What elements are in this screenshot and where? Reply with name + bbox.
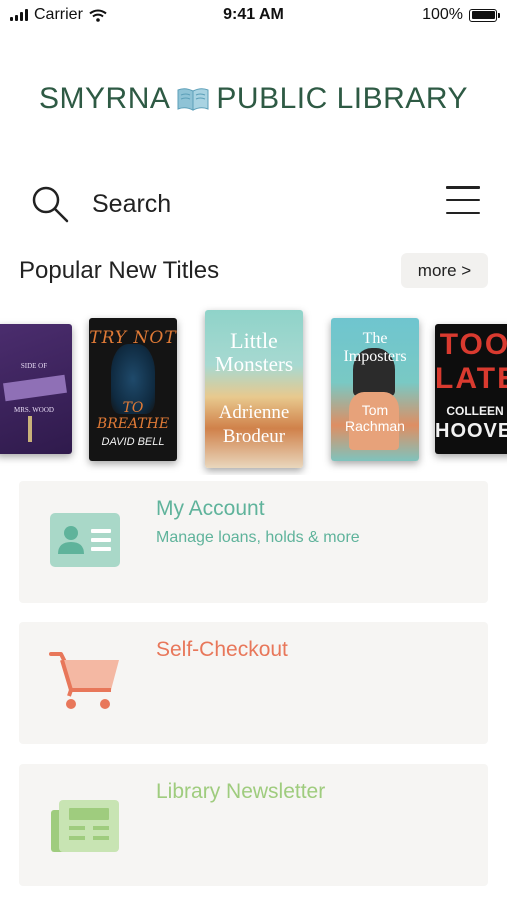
library-newsletter-title: Library Newsletter: [156, 780, 326, 803]
status-bar: Carrier 9:41 AM 100%: [0, 0, 507, 30]
library-logo: SMYRNA PUBLIC LIBRARY: [0, 82, 507, 116]
status-right: 100%: [422, 6, 500, 24]
book-5-author-line1: COLLEEN: [446, 404, 504, 418]
more-button[interactable]: more >: [401, 253, 488, 288]
my-account-card[interactable]: My Account Manage loans, holds & more: [19, 481, 488, 603]
book-5-title-line2: LATE: [435, 362, 507, 395]
book-cover-1[interactable]: SIDE OF MRS. WOOD: [0, 324, 72, 454]
search-bar[interactable]: Search: [30, 180, 480, 228]
logo-text-left: SMYRNA: [39, 82, 171, 115]
book-3-author-line2: Brodeur: [222, 426, 286, 447]
battery-percent: 100%: [422, 6, 463, 23]
hamburger-menu-icon[interactable]: [446, 186, 480, 214]
library-newsletter-card[interactable]: Library Newsletter: [19, 764, 488, 886]
self-checkout-card[interactable]: Self-Checkout: [19, 622, 488, 744]
book-1-title-line2: MRS. WOOD: [14, 406, 54, 414]
battery-icon: [469, 8, 500, 22]
account-card-icon: [50, 513, 120, 567]
my-account-title: My Account: [156, 497, 265, 520]
book-2-title-line1: TRY NOT: [89, 328, 177, 348]
book-3-author-line1: Adrienne: [218, 402, 290, 423]
newspaper-icon: [51, 800, 119, 852]
book-cover-3[interactable]: Little Monsters Adrienne Brodeur: [205, 310, 303, 468]
book-3-title-line1: Little: [230, 328, 278, 353]
book-4-title-line1: The: [362, 330, 388, 347]
my-account-subtitle: Manage loans, holds & more: [156, 529, 360, 546]
open-book-icon: [177, 88, 209, 111]
book-cover-4[interactable]: The Imposters Tom Rachman: [331, 318, 419, 461]
book-3-title-line2: Monsters: [214, 352, 294, 376]
section-title: Popular New Titles: [19, 257, 220, 284]
book-2-title-line2: TO BREATHE: [96, 400, 170, 432]
book-4-title-line2: Imposters: [343, 348, 407, 365]
book-5-author-line2: HOOVER: [435, 420, 507, 442]
book-4-author-line2: Rachman: [345, 418, 405, 434]
search-icon[interactable]: [30, 184, 70, 224]
book-5-title-line1: TOO: [439, 328, 507, 361]
book-cover-5[interactable]: TOO LATE COLLEEN HOOVER: [435, 324, 507, 454]
book-1-title-line1: SIDE OF: [20, 362, 48, 370]
book-carousel[interactable]: SIDE OF MRS. WOOD TRY NOT TO BREATHE DAV…: [0, 300, 507, 475]
book-cover-2[interactable]: TRY NOT TO BREATHE DAVID BELL: [89, 318, 177, 461]
search-label[interactable]: Search: [92, 190, 171, 219]
book-2-author: DAVID BELL: [101, 436, 165, 448]
book-4-author-line1: Tom: [361, 402, 389, 418]
self-checkout-title: Self-Checkout: [156, 638, 288, 661]
shopping-cart-icon: [49, 652, 119, 709]
logo-text-right: PUBLIC LIBRARY: [216, 82, 468, 115]
